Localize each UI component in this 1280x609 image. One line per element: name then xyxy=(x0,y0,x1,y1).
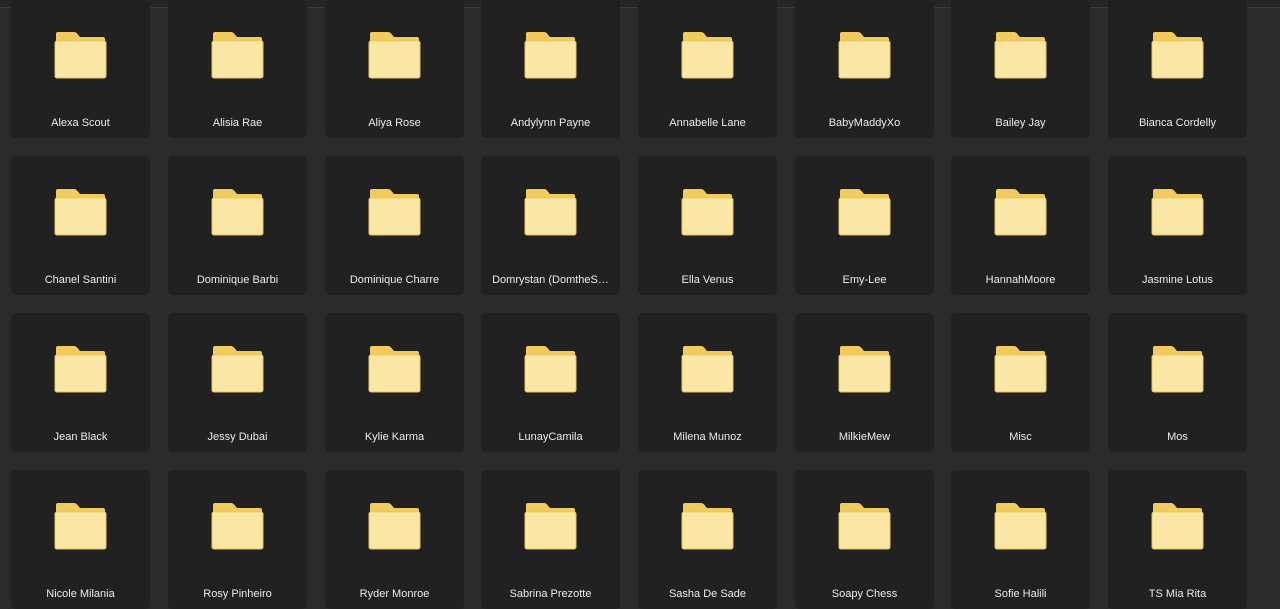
folder-name: Aliya Rose xyxy=(368,117,421,129)
folder-icon xyxy=(681,346,734,393)
folder-icon xyxy=(1151,503,1204,550)
folder-name: Milena Munoz xyxy=(673,431,742,443)
folder-icon xyxy=(994,346,1047,393)
folder-icon xyxy=(838,189,891,236)
folder-name: Dominique Barbi xyxy=(196,274,279,286)
folder-icon xyxy=(368,32,421,79)
folder-name: Emy-Lee xyxy=(842,274,887,286)
folder-icon xyxy=(681,503,734,550)
folder-tile-18[interactable]: Jessy Dubai xyxy=(168,313,307,452)
folder-name: Ryder Monroe xyxy=(359,588,430,600)
folder-tile-26[interactable]: Rosy Pinheiro xyxy=(168,470,307,609)
folder-tile-23[interactable]: Misc xyxy=(951,313,1090,452)
folder-tile-10[interactable]: Dominique Barbi xyxy=(168,156,307,295)
folder-icon xyxy=(681,32,734,79)
folder-tile-7[interactable]: Bailey Jay xyxy=(951,0,1090,138)
folder-name: Bianca Cordelly xyxy=(1138,117,1217,129)
folder-icon xyxy=(1151,189,1204,236)
folder-name: Jasmine Lotus xyxy=(1142,274,1213,286)
folder-tile-5[interactable]: Annabelle Lane xyxy=(638,0,777,138)
folder-name: HannahMoore xyxy=(985,274,1056,286)
folder-name: Sasha De Sade xyxy=(668,588,747,600)
folder-icon xyxy=(838,346,891,393)
folder-icon xyxy=(368,189,421,236)
folder-tile-30[interactable]: Soapy Chess xyxy=(795,470,934,609)
folder-tile-16[interactable]: Jasmine Lotus xyxy=(1108,156,1247,295)
folder-icon xyxy=(211,32,264,79)
folder-icon xyxy=(54,503,107,550)
folder-icon xyxy=(524,32,577,79)
folder-tile-17[interactable]: Jean Black xyxy=(11,313,150,452)
folder-name: Ella Venus xyxy=(681,274,734,286)
folder-tile-2[interactable]: Alisia Rae xyxy=(168,0,307,138)
folder-name: MilkieMew xyxy=(838,431,891,443)
folder-name: Nicole Milania xyxy=(46,588,115,600)
folder-tile-14[interactable]: Emy-Lee xyxy=(795,156,934,295)
folder-tile-3[interactable]: Aliya Rose xyxy=(325,0,464,138)
folder-name: Andylynn Payne xyxy=(510,117,591,129)
folder-icon xyxy=(368,503,421,550)
folder-tile-32[interactable]: TS Mia Rita xyxy=(1108,470,1247,609)
folder-tile-31[interactable]: Sofie Halili xyxy=(951,470,1090,609)
folder-tile-9[interactable]: Chanel Santini xyxy=(11,156,150,295)
folder-icon xyxy=(368,346,421,393)
folder-tile-29[interactable]: Sasha De Sade xyxy=(638,470,777,609)
folder-tile-27[interactable]: Ryder Monroe xyxy=(325,470,464,609)
folder-icon xyxy=(838,32,891,79)
folder-icon xyxy=(838,503,891,550)
folder-tile-1[interactable]: Alexa Scout xyxy=(11,0,150,138)
folder-icon xyxy=(54,189,107,236)
folder-tile-21[interactable]: Milena Munoz xyxy=(638,313,777,452)
folder-tile-11[interactable]: Dominique Charre xyxy=(325,156,464,295)
folder-name: LunayCamila xyxy=(518,431,583,443)
folder-name: Bailey Jay xyxy=(995,117,1046,129)
folder-name: Rosy Pinheiro xyxy=(203,588,272,600)
folder-name: Kylie Karma xyxy=(364,431,425,443)
folder-icon xyxy=(994,189,1047,236)
folder-icon xyxy=(524,346,577,393)
folder-icon xyxy=(1151,32,1204,79)
folder-name: Chanel Santini xyxy=(44,274,117,286)
folder-icon xyxy=(211,189,264,236)
folder-icon xyxy=(1151,346,1204,393)
folder-name: Sabrina Prezotte xyxy=(509,588,592,600)
folder-tile-24[interactable]: Mos xyxy=(1108,313,1247,452)
folder-name: Dominique Charre xyxy=(349,274,440,286)
folder-icon xyxy=(994,503,1047,550)
folder-tile-15[interactable]: HannahMoore xyxy=(951,156,1090,295)
folder-name: BabyMaddyXo xyxy=(828,117,901,129)
folder-tile-20[interactable]: LunayCamila xyxy=(481,313,620,452)
folder-icon xyxy=(524,189,577,236)
folder-tile-4[interactable]: Andylynn Payne xyxy=(481,0,620,138)
folder-name: TS Mia Rita xyxy=(1148,588,1207,600)
folder-tile-19[interactable]: Kylie Karma xyxy=(325,313,464,452)
folder-name: Sofie Halili xyxy=(994,588,1047,600)
folder-grid: Alexa Scout Alisia Rae Aliya Rose Andyly… xyxy=(11,0,1251,609)
folder-icon xyxy=(54,32,107,79)
folder-icon xyxy=(681,189,734,236)
folder-tile-6[interactable]: BabyMaddyXo xyxy=(795,0,934,138)
folder-icon xyxy=(54,346,107,393)
folder-name: Jessy Dubai xyxy=(207,431,268,443)
folder-tile-28[interactable]: Sabrina Prezotte xyxy=(481,470,620,609)
folder-tile-12[interactable]: Domrystan (DomtheS… xyxy=(481,156,620,295)
folder-tile-25[interactable]: Nicole Milania xyxy=(11,470,150,609)
folder-name: Alisia Rae xyxy=(212,117,263,129)
folder-tile-13[interactable]: Ella Venus xyxy=(638,156,777,295)
folder-name: Mos xyxy=(1167,431,1188,443)
folder-tile-22[interactable]: MilkieMew xyxy=(795,313,934,452)
folder-name: Domrystan (DomtheS… xyxy=(492,274,609,286)
folder-icon xyxy=(524,503,577,550)
folder-name: Soapy Chess xyxy=(831,588,898,600)
folder-icon xyxy=(994,32,1047,79)
folder-name: Misc xyxy=(1009,431,1032,443)
folder-name: Jean Black xyxy=(53,431,108,443)
folder-icon xyxy=(211,503,264,550)
folder-name: Annabelle Lane xyxy=(669,117,746,129)
folder-tile-8[interactable]: Bianca Cordelly xyxy=(1108,0,1247,138)
folder-name: Alexa Scout xyxy=(51,117,110,129)
folder-icon xyxy=(211,346,264,393)
